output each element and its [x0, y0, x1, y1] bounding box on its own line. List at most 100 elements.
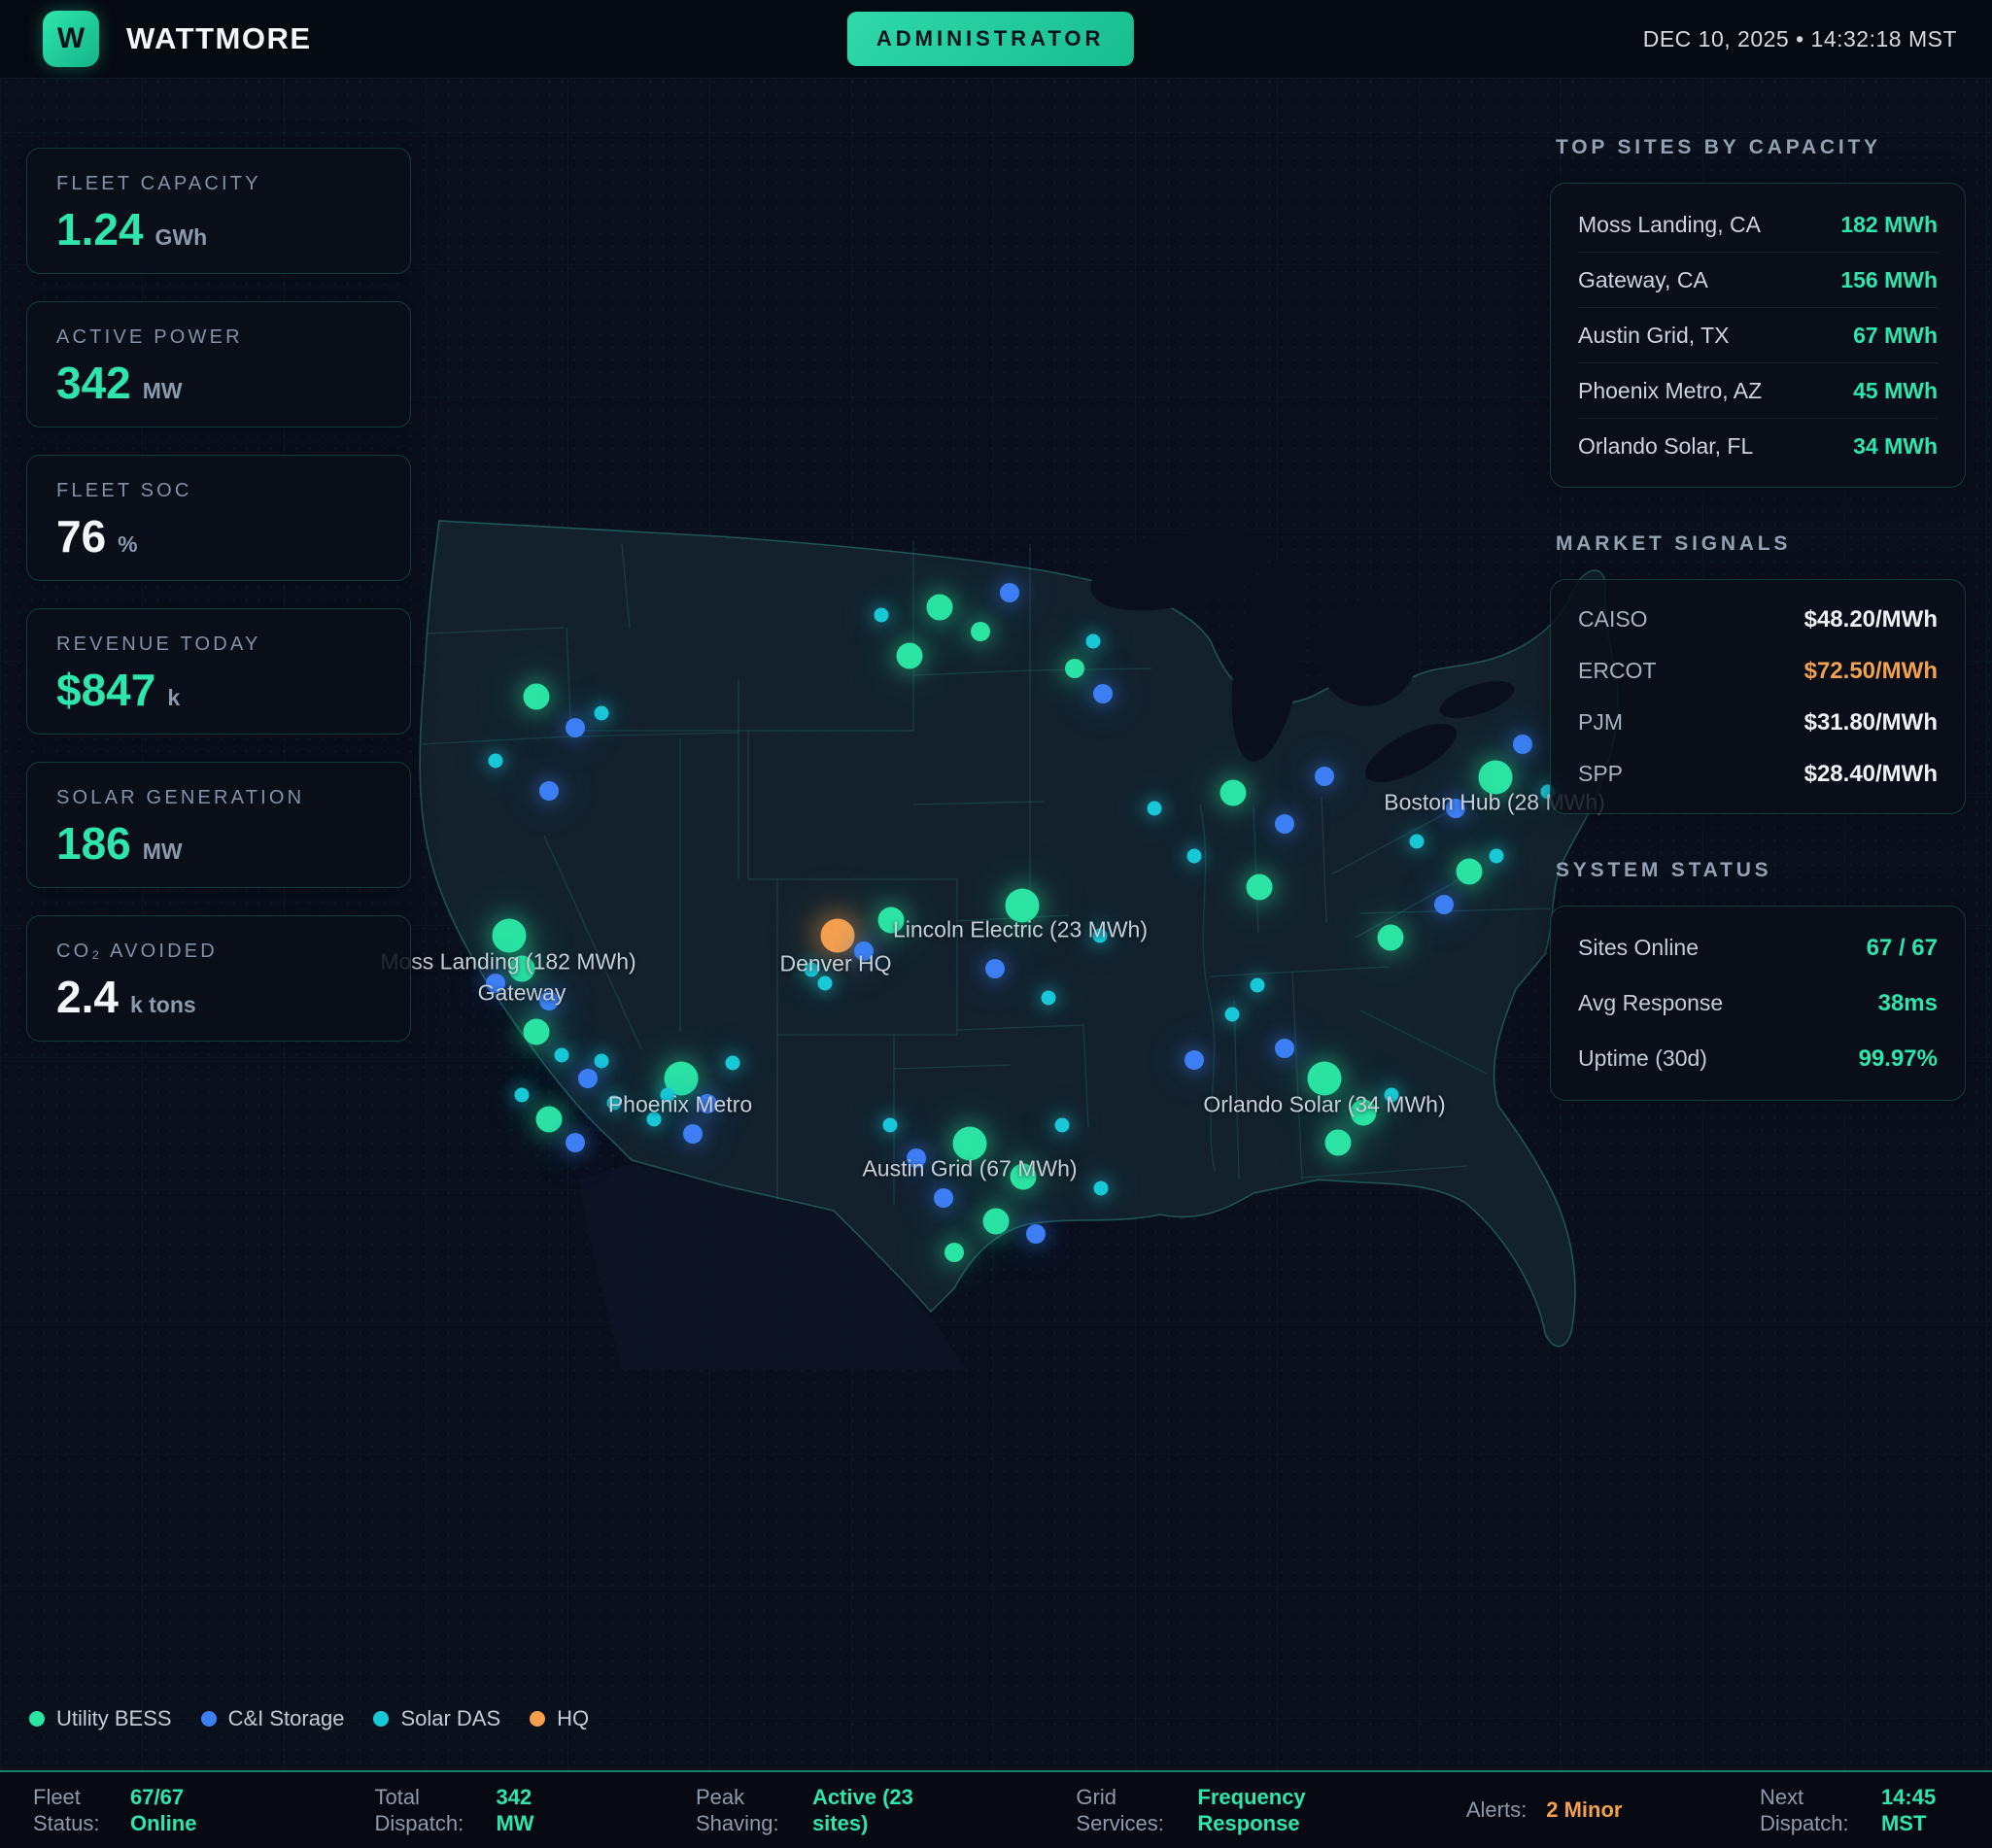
statusbar-item: Peak Shaving: Active (23 sites) [696, 1784, 939, 1837]
map-site-dot[interactable] [1247, 874, 1273, 901]
legend-item[interactable]: C&I Storage [201, 1706, 345, 1731]
kpi-value: 76 [56, 514, 106, 559]
map-site-dot[interactable] [883, 1118, 898, 1133]
map-site-dot[interactable] [985, 959, 1005, 978]
top-bar: W WATTMORE ADMINISTRATOR DEC 10, 2025 • … [0, 0, 1992, 79]
statusbar-value: 14:45 MST [1881, 1784, 1959, 1837]
statusbar-value: 2 Minor [1546, 1797, 1622, 1824]
map-site-dot[interactable] [934, 1188, 953, 1208]
site-capacity: 182 MWh [1840, 212, 1938, 238]
map-site-dot[interactable] [1251, 978, 1265, 993]
legend-dot-icon [29, 1711, 45, 1727]
market-signals-panel: CAISO $48.20/MWh ERCOT $72.50/MWh PJM $3… [1550, 579, 1966, 814]
map-site-dot[interactable] [578, 1069, 598, 1088]
map-site-dot[interactable] [1086, 634, 1101, 649]
system-status-row: Sites Online 67 / 67 [1578, 920, 1938, 975]
app-title: WATTMORE [126, 21, 312, 56]
statusbar-item: Fleet Status: 67/67 Online [33, 1784, 237, 1837]
map-site-dot[interactable] [944, 1243, 964, 1262]
status-value: 99.97% [1859, 1045, 1938, 1073]
market-name: CAISO [1578, 606, 1648, 633]
map-site-dot[interactable] [1185, 1050, 1204, 1070]
system-status-panel: Sites Online 67 / 67 Avg Response 38ms U… [1550, 906, 1966, 1101]
statusbar-value: 67/67 Online [130, 1784, 237, 1837]
kpi-label: REVENUE TODAY [56, 633, 381, 656]
map-site-dot[interactable] [524, 684, 550, 710]
map-site-dot[interactable] [971, 622, 990, 641]
market-row: SPP $28.40/MWh [1578, 748, 1938, 800]
map-site-dot[interactable] [493, 919, 527, 953]
map-site-dot[interactable] [539, 781, 559, 801]
kpi-label: SOLAR GENERATION [56, 787, 381, 809]
wattmore-logo-icon: W [43, 11, 99, 67]
map-site-label: Moss Landing (182 MWh) [380, 949, 635, 975]
status-value: 38ms [1878, 990, 1938, 1017]
map-site-dot[interactable] [566, 1133, 585, 1152]
map-site-dot[interactable] [897, 643, 923, 669]
map-site-dot[interactable] [1275, 1039, 1294, 1058]
map-site-dot[interactable] [1026, 1224, 1046, 1244]
map-site-dot[interactable] [1434, 895, 1454, 914]
kpi-unit: % [118, 531, 137, 558]
map-site-label: Denver HQ [779, 951, 891, 977]
site-capacity: 67 MWh [1853, 323, 1938, 349]
market-row: ERCOT $72.50/MWh [1578, 645, 1938, 697]
kpi-value-row: 2.4 k tons [56, 975, 381, 1019]
map-site-dot[interactable] [1094, 1181, 1109, 1196]
map-site-dot[interactable] [1148, 802, 1162, 816]
legend-label: Utility BESS [56, 1706, 172, 1731]
map-site-label: Phoenix Metro [608, 1092, 752, 1118]
map-site-dot[interactable] [489, 754, 503, 769]
kpi-label: FLEET CAPACITY [56, 173, 381, 195]
map-site-dot[interactable] [1065, 659, 1084, 678]
status-label: Sites Online [1578, 935, 1699, 961]
map-site-dot[interactable] [1513, 735, 1532, 754]
site-capacity: 45 MWh [1853, 378, 1938, 404]
kpi-value-row: 186 MW [56, 821, 381, 866]
map-site-dot[interactable] [536, 1107, 563, 1133]
map-site-dot[interactable] [595, 1054, 609, 1069]
kpi-value: 2.4 [56, 975, 119, 1019]
map-site-dot[interactable] [1225, 1008, 1240, 1022]
legend-item[interactable]: Utility BESS [29, 1706, 172, 1731]
site-name: Phoenix Metro, AZ [1578, 378, 1762, 404]
map-site-dot[interactable] [821, 919, 855, 953]
map-site-dot[interactable] [515, 1088, 530, 1103]
map-site-dot[interactable] [566, 718, 585, 737]
map-site-dot[interactable] [1187, 849, 1202, 864]
map-site-dot[interactable] [555, 1048, 569, 1063]
map-site-dot[interactable] [1457, 859, 1483, 885]
map-site-dot[interactable] [1410, 835, 1425, 849]
map-site-dot[interactable] [1055, 1118, 1070, 1133]
map-site-dot[interactable] [1093, 684, 1113, 703]
map-site-dot[interactable] [983, 1209, 1010, 1235]
role-badge: ADMINISTRATOR [847, 12, 1134, 66]
map-site-dot[interactable] [595, 706, 609, 721]
map-site-dot[interactable] [1308, 1062, 1342, 1096]
kpi-unit: GWh [155, 224, 208, 251]
map-site-dot[interactable] [1042, 991, 1056, 1006]
map-site-dot[interactable] [875, 608, 889, 623]
map-site-dot[interactable] [524, 1019, 550, 1045]
kpi-unit: MW [143, 378, 183, 404]
kpi-card: SOLAR GENERATION 186 MW [26, 762, 411, 888]
map-site-dot[interactable] [927, 595, 953, 621]
kpi-value-row: 1.24 GWh [56, 207, 381, 252]
map-site-dot[interactable] [1000, 583, 1019, 602]
map-site-dot[interactable] [1378, 925, 1404, 951]
map-site-dot[interactable] [1220, 780, 1247, 806]
map-site-dot[interactable] [818, 976, 833, 991]
kpi-card: CO₂ AVOIDED 2.4 k tons [26, 915, 411, 1042]
map-site-dot[interactable] [1490, 849, 1504, 864]
map-site-dot[interactable] [683, 1124, 703, 1144]
statusbar-label: Grid Services: [1076, 1784, 1178, 1837]
map-site-dot[interactable] [1275, 814, 1294, 834]
kpi-card: FLEET SOC 76 % [26, 455, 411, 581]
map-site-dot[interactable] [1325, 1130, 1352, 1156]
map-site-dot[interactable] [726, 1056, 740, 1071]
legend-dot-icon [373, 1711, 389, 1727]
legend-item[interactable]: Solar DAS [373, 1706, 500, 1731]
map-site-dot[interactable] [1315, 767, 1334, 786]
status-value: 67 / 67 [1867, 935, 1938, 962]
legend-item[interactable]: HQ [530, 1706, 589, 1731]
